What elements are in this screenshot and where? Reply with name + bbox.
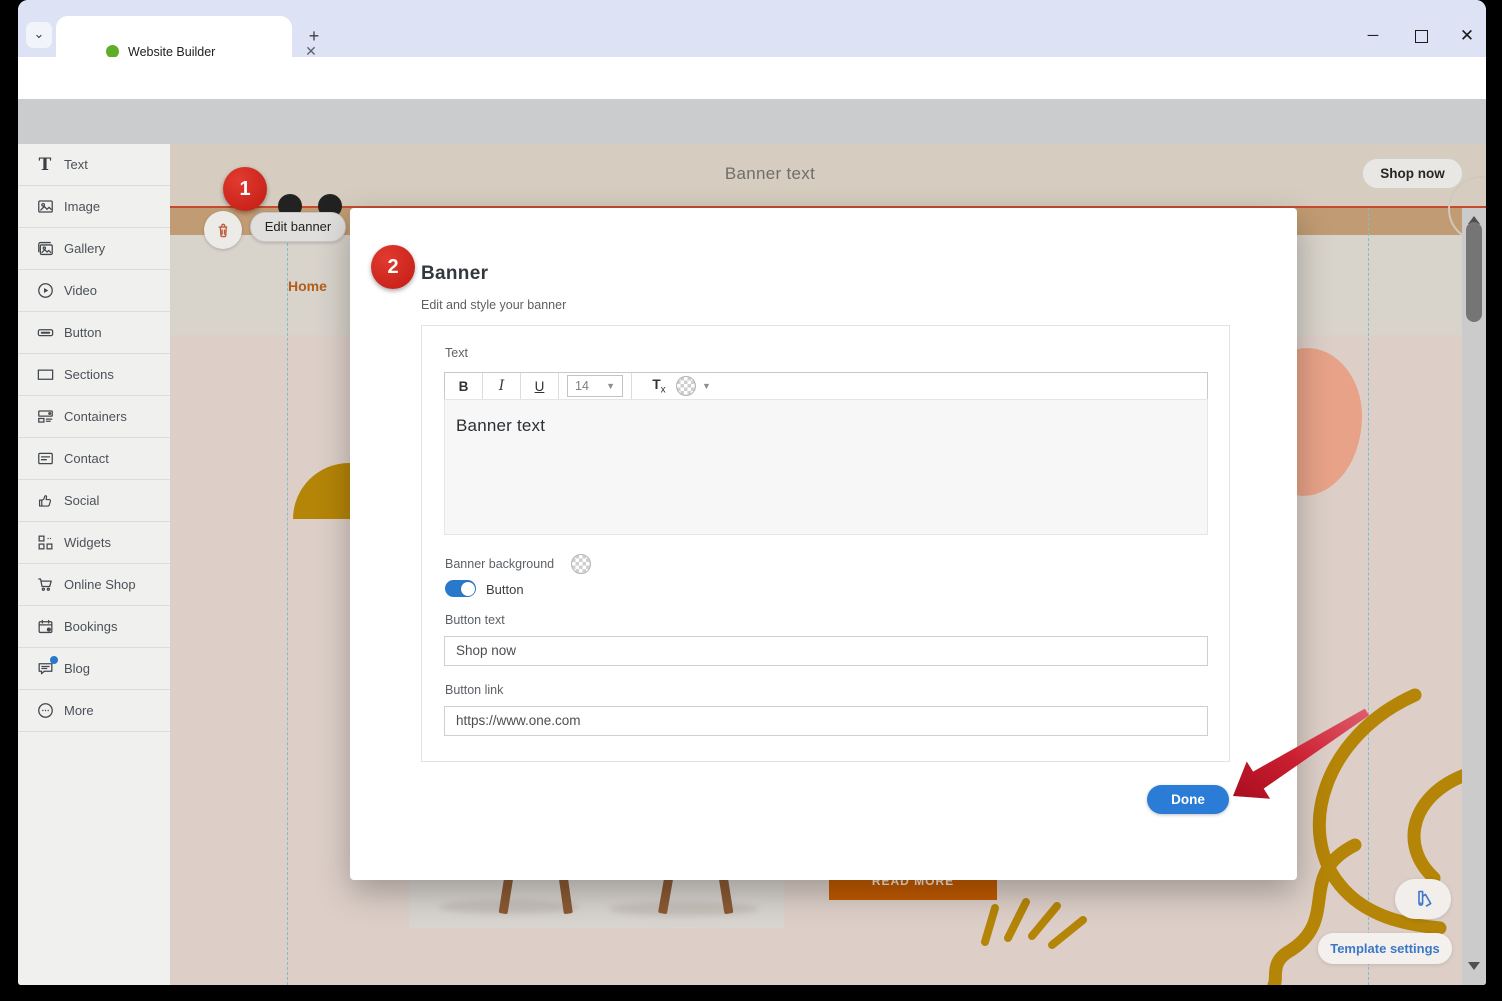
annotation-arrow <box>1225 706 1377 808</box>
window-minimize-button[interactable]: ─ <box>1358 25 1388 47</box>
text-color-swatch-icon[interactable] <box>676 376 696 396</box>
window-maximize-button[interactable] <box>1406 25 1436 47</box>
sidebar-item-label: Online Shop <box>64 577 136 592</box>
banner-text-value: Banner text <box>456 416 545 436</box>
site-banner-text: Banner text <box>170 164 1370 184</box>
banner-background-row: Banner background <box>445 554 591 574</box>
background-color-swatch-icon[interactable] <box>571 554 591 574</box>
sidebar-item-contact[interactable]: Contact <box>18 438 170 480</box>
element-sidebar: T Text Image Gallery Video <box>18 144 171 985</box>
clear-format-button[interactable]: Tx <box>642 377 676 396</box>
button-icon <box>35 323 55 343</box>
blog-icon <box>35 659 55 679</box>
button-toggle[interactable] <box>445 580 476 597</box>
trash-icon <box>213 220 233 240</box>
scrollbar-down-icon[interactable] <box>1468 962 1480 970</box>
sidebar-item-label: Social <box>64 493 99 508</box>
text-format-toolbar: B I U 14 ▼ Tx ▼ <box>444 372 1208 400</box>
font-size-select[interactable]: 14 ▼ <box>567 375 623 397</box>
sidebar-item-containers[interactable]: Containers <box>18 396 170 438</box>
cart-icon <box>35 575 55 595</box>
layout-guide-left <box>287 208 288 985</box>
button-link-label: Button link <box>445 683 503 697</box>
sidebar-item-more[interactable]: More <box>18 690 170 732</box>
text-icon: T <box>35 155 55 175</box>
banner-text-input[interactable]: Banner text <box>444 399 1208 535</box>
sidebar-item-label: Image <box>64 199 100 214</box>
sidebar-item-label: Bookings <box>64 619 117 634</box>
sidebar-item-sections[interactable]: Sections <box>18 354 170 396</box>
widgets-icon <box>35 533 55 553</box>
more-icon <box>35 701 55 721</box>
button-toggle-label: Button <box>486 582 524 597</box>
sidebar-item-label: Gallery <box>64 241 105 256</box>
underline-button[interactable]: U <box>521 379 558 394</box>
blog-notification-dot <box>50 656 58 664</box>
delete-banner-button[interactable] <box>204 211 242 249</box>
banner-edit-modal: 2 Banner Edit and style your banner Text… <box>350 208 1297 880</box>
image-icon <box>35 197 55 217</box>
button-text-input[interactable]: Shop now <box>444 636 1208 666</box>
font-size-value: 14 <box>575 379 589 393</box>
sidebar-item-text[interactable]: T Text <box>18 144 170 186</box>
sections-icon <box>35 365 55 385</box>
banner-background-label: Banner background <box>445 557 554 571</box>
scrollbar-thumb[interactable] <box>1466 222 1482 322</box>
browser-toolbar: ← → ⟳ websitebuilder.one.com/editor ☆ ⋮ <box>18 57 1486 99</box>
sidebar-item-label: Sections <box>64 367 114 382</box>
template-settings-button[interactable]: Template settings <box>1318 933 1452 964</box>
browser-window: ⌄ Website Builder ✕ + ─ ✕ ← → ⟳ websiteb… <box>18 0 1486 985</box>
sidebar-item-label: Text <box>64 157 88 172</box>
sidebar-item-widgets[interactable]: Widgets <box>18 522 170 564</box>
annotation-step-1: 1 <box>223 167 267 211</box>
chevron-down-icon: ▼ <box>606 381 615 391</box>
sidebar-item-video[interactable]: Video <box>18 270 170 312</box>
sidebar-item-gallery[interactable]: Gallery <box>18 228 170 270</box>
chevron-down-icon[interactable]: ▼ <box>702 381 711 391</box>
sidebar-item-bookings[interactable]: Bookings <box>18 606 170 648</box>
banner-settings-panel: Text B I U 14 ▼ Tx ▼ <box>421 325 1230 762</box>
gallery-icon <box>35 239 55 259</box>
sidebar-item-label: Blog <box>64 661 90 676</box>
sidebar-item-online-shop[interactable]: Online Shop <box>18 564 170 606</box>
text-section-label: Text <box>445 346 468 360</box>
modal-subtitle: Edit and style your banner <box>421 298 566 312</box>
bookings-icon <box>35 617 55 637</box>
button-link-input[interactable]: https://www.one.com <box>444 706 1208 736</box>
sidebar-item-blog[interactable]: Blog <box>18 648 170 690</box>
annotation-step-2: 2 <box>371 245 415 289</box>
modal-title: Banner <box>421 263 488 285</box>
video-icon <box>35 281 55 301</box>
containers-icon <box>35 407 55 427</box>
browser-tab[interactable]: Website Builder ✕ <box>56 16 292 57</box>
sidebar-item-label: More <box>64 703 94 718</box>
tab-search-button[interactable]: ⌄ <box>26 22 52 48</box>
sidebar-item-label: Contact <box>64 451 109 466</box>
sidebar-item-label: Containers <box>64 409 127 424</box>
sidebar-item-button[interactable]: Button <box>18 312 170 354</box>
sidebar-item-social[interactable]: Social <box>18 480 170 522</box>
new-tab-button[interactable]: + <box>302 24 326 48</box>
button-text-label: Button text <box>445 613 505 627</box>
done-button[interactable]: Done <box>1147 785 1229 814</box>
site-banner-shop-now-button[interactable]: Shop now <box>1362 158 1463 189</box>
edit-banner-button[interactable]: Edit banner <box>250 212 346 242</box>
social-icon <box>35 491 55 511</box>
sidebar-item-label: Button <box>64 325 102 340</box>
contact-icon <box>35 449 55 469</box>
site-nav-home[interactable]: Home <box>288 278 327 294</box>
template-style-button[interactable] <box>1395 879 1451 919</box>
editor-topbar: one.com Page: Home ▼ Help Save P <box>18 99 1486 144</box>
canvas-scrollbar[interactable] <box>1462 208 1486 985</box>
italic-button[interactable]: I <box>483 378 520 394</box>
palette-icon <box>1411 887 1435 911</box>
sidebar-item-image[interactable]: Image <box>18 186 170 228</box>
sidebar-item-label: Video <box>64 283 97 298</box>
window-close-button[interactable]: ✕ <box>1452 25 1482 47</box>
sidebar-item-label: Widgets <box>64 535 111 550</box>
bold-button[interactable]: B <box>445 379 482 394</box>
browser-titlebar: ⌄ Website Builder ✕ + ─ ✕ <box>18 0 1486 57</box>
